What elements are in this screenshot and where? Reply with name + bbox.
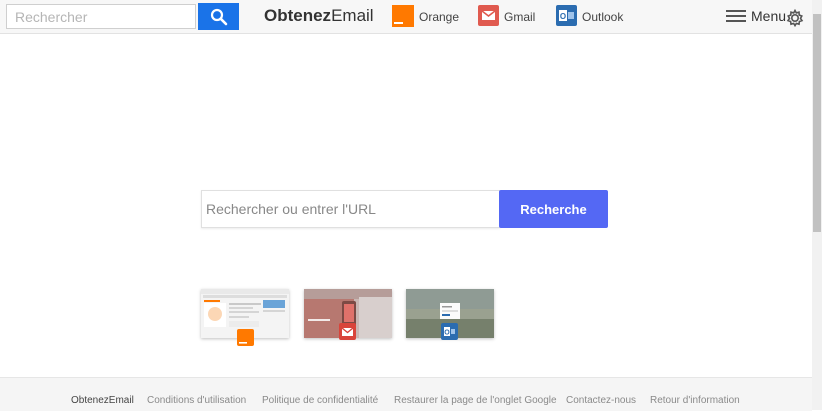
menu-button[interactable]: Menu (726, 8, 786, 24)
footer: ObtenezEmail Conditions d'utilisation Po… (0, 377, 812, 411)
vertical-scrollbar[interactable] (812, 0, 822, 410)
outlook-shortcut-tile[interactable]: O (406, 289, 494, 340)
orange-logo-icon (392, 4, 414, 30)
svg-text:O: O (444, 330, 450, 337)
menu-label: Menu (751, 8, 787, 24)
footer-link-terms[interactable]: Conditions d'utilisation (147, 395, 246, 406)
gmail-shortcut-tile[interactable] (304, 289, 392, 340)
orange-link[interactable]: Orange (392, 4, 460, 30)
orange-logo-icon (237, 329, 254, 346)
gmail-icon (339, 323, 356, 340)
brand-title-bold: Obtenez (264, 6, 332, 25)
brand-title-light: Email (331, 6, 374, 25)
footer-link-contact[interactable]: Contactez-nous (566, 395, 636, 406)
outlook-link[interactable]: O Outlook (556, 5, 624, 29)
hamburger-icon (726, 10, 746, 22)
gmail-icon (478, 5, 499, 29)
footer-link-brand[interactable]: ObtenezEmail (71, 395, 134, 406)
outlook-icon: O (556, 5, 577, 29)
search-icon (210, 8, 227, 25)
orange-shortcut-tile[interactable] (201, 289, 289, 346)
brand-title[interactable]: ObtenezEmail (264, 6, 374, 26)
scrollbar-thumb[interactable] (813, 14, 821, 232)
svg-text:O: O (560, 12, 566, 21)
main-search-input[interactable] (201, 190, 500, 228)
top-search-button[interactable] (198, 3, 239, 30)
footer-link-privacy[interactable]: Politique de confidentialité (262, 395, 378, 406)
gear-icon[interactable] (786, 8, 804, 32)
top-bar: ObtenezEmail Orange Gmail O (0, 0, 812, 34)
gmail-link-label: Gmail (504, 10, 536, 24)
orange-link-label: Orange (419, 10, 460, 24)
footer-link-restore-tab[interactable]: Restaurer la page de l'onglet Google (394, 395, 557, 406)
gmail-link[interactable]: Gmail (478, 5, 536, 29)
outlook-icon: O (441, 323, 458, 340)
outlook-link-label: Outlook (582, 10, 624, 24)
footer-link-feedback[interactable]: Retour d'information (650, 395, 740, 406)
top-search-input[interactable] (6, 4, 196, 29)
main-search-button[interactable]: Recherche (499, 190, 608, 228)
